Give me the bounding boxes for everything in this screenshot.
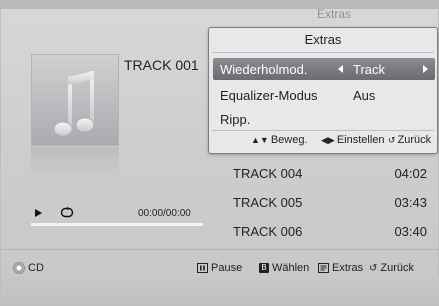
back-label: Zurück — [380, 262, 415, 274]
music-note-icon — [53, 71, 95, 137]
back-button[interactable]: ↺ Zurück — [369, 262, 414, 274]
track-list-item[interactable]: TRACK 006 03:40 — [231, 222, 427, 242]
track-duration: 03:40 — [394, 224, 427, 239]
arrow-right-icon[interactable] — [423, 65, 428, 73]
menu-item-value: Aus — [353, 88, 376, 103]
repeat-icon — [60, 207, 74, 218]
popup-title: Extras — [304, 32, 342, 47]
extras-label: Extras — [332, 262, 364, 274]
select-label: Wählen — [272, 262, 310, 274]
menu-item-rip[interactable]: Ripp. — [213, 108, 435, 130]
track-duration: 04:02 — [394, 166, 427, 181]
bottom-bar: CD Pause B Wählen Extras ↺ Zurück — [1, 253, 439, 277]
track-name: TRACK 005 — [233, 195, 303, 210]
track-name: TRACK 004 — [233, 166, 303, 181]
left-right-icon: ◀▶ — [321, 135, 335, 145]
background-title: Extras — [317, 7, 352, 21]
menu-item-label: Ripp. — [220, 112, 251, 127]
music-player-screen: Extras TRACK 001 00:00/00:00 TRACK 004 0… — [0, 0, 439, 306]
menu-item-repeat-mode[interactable]: Wiederholmod. Track — [213, 58, 435, 80]
divider — [212, 130, 434, 131]
arrow-left-icon[interactable] — [338, 65, 343, 73]
extras-key-icon — [318, 263, 329, 274]
album-art-reflection — [31, 147, 119, 181]
play-icon — [35, 209, 42, 217]
bottom-shade — [1, 278, 439, 306]
menu-item-label: Equalizer-Modus — [220, 88, 318, 103]
b-key-icon: B — [259, 263, 269, 274]
help-adjust: ◀▶ Einstellen — [321, 134, 385, 146]
top-strip — [1, 1, 439, 9]
track-name: TRACK 006 — [233, 224, 303, 239]
track-duration: 03:43 — [394, 195, 427, 210]
popup-help-bar: ▲▼ Beweg. ◀▶ Einstellen ↺ Zurück — [213, 132, 437, 150]
select-button[interactable]: B Wählen — [259, 262, 309, 274]
now-playing-title: TRACK 001 — [124, 57, 199, 73]
extras-popup: Extras Wiederholmod. Track Equalizer-Mod… — [208, 27, 438, 154]
menu-item-value: Track — [353, 62, 386, 77]
pause-button[interactable]: Pause — [197, 262, 242, 274]
help-label: Zurück — [397, 134, 432, 146]
return-icon: ↺ — [369, 262, 378, 274]
extras-button[interactable]: Extras — [318, 262, 363, 274]
help-move: ▲▼ Beweg. — [251, 134, 308, 146]
source-label: CD — [28, 262, 44, 274]
menu-item-label: Wiederholmod. — [220, 62, 308, 77]
time-display: 00:00/00:00 — [138, 208, 191, 219]
help-label: Einstellen — [336, 134, 385, 146]
help-label: Beweg. — [270, 134, 308, 146]
disc-icon — [13, 262, 25, 275]
source-indicator: CD — [13, 262, 44, 275]
track-list-item[interactable]: TRACK 004 04:02 — [231, 164, 427, 184]
bottom-divider — [1, 249, 439, 250]
up-down-icon: ▲▼ — [251, 135, 269, 145]
divider — [212, 52, 434, 53]
progress-bar — [31, 223, 203, 226]
menu-item-equalizer-mode[interactable]: Equalizer-Modus Aus — [213, 84, 435, 106]
pause-label: Pause — [211, 262, 243, 274]
track-list-item[interactable]: TRACK 005 03:43 — [231, 193, 427, 213]
help-back: ↺ Zurück — [388, 134, 431, 146]
return-icon: ↺ — [388, 135, 396, 145]
album-art — [31, 54, 119, 146]
pause-key-icon — [197, 263, 208, 274]
